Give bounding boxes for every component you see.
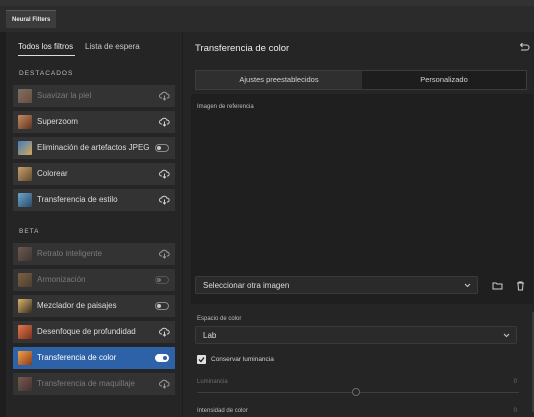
filter-item-label: Armonización: [37, 275, 86, 284]
filter-item-smart-portrait[interactable]: Retrato inteligente: [13, 243, 175, 265]
section-title-featured: DESTACADOS: [19, 70, 74, 77]
filter-item-smooth-skin[interactable]: Suavizar la piel: [13, 85, 175, 107]
luminance-slider-handle[interactable]: [352, 388, 360, 396]
filters-panel: Todos los filtros Lista de espera DESTAC…: [6, 32, 182, 417]
tab-neural-filters[interactable]: Neural Filters: [6, 10, 57, 28]
smart-portrait-thumbnail: [18, 247, 32, 261]
chevron-down-icon: [464, 283, 471, 288]
cloud-download-icon[interactable]: [159, 195, 170, 205]
menu-strip: [0, 0, 534, 6]
colorize-thumbnail: [18, 167, 32, 181]
filter-item-jpeg-artifacts[interactable]: Eliminación de artefactos JPEG: [13, 137, 175, 159]
jpeg-artifacts-thumbnail: [18, 141, 32, 155]
filter-toggle[interactable]: [155, 276, 169, 284]
active-tab-underline: [18, 55, 75, 56]
superzoom-thumbnail: [18, 115, 32, 129]
preserve-luminance-checkbox[interactable]: [197, 355, 206, 364]
filter-item-label: Mezclador de paisajes: [37, 301, 117, 310]
folder-icon[interactable]: [492, 280, 503, 291]
luminance-value: 0: [513, 379, 517, 385]
smooth-skin-thumbnail: [18, 89, 32, 103]
filter-item-label: Desenfoque de profundidad: [37, 327, 136, 336]
filter-item-label: Transferencia de estilo: [37, 195, 118, 204]
filter-item-label: Colorear: [37, 169, 68, 178]
filter-item-makeup-transfer[interactable]: Transferencia de maquillaje: [13, 373, 175, 395]
tab-wait-list[interactable]: Lista de espera: [85, 42, 140, 51]
cloud-download-icon[interactable]: [159, 327, 170, 337]
color-space-select[interactable]: Lab: [195, 326, 517, 344]
filter-toggle[interactable]: [155, 302, 169, 310]
filter-item-depth-blur[interactable]: Desenfoque de profundidad: [13, 321, 175, 343]
color-intensity-value: 0: [513, 408, 517, 414]
top-bar: Neural Filters: [0, 0, 534, 32]
filter-item-label: Transferencia de color: [37, 353, 117, 362]
style-transfer-thumbnail: [18, 193, 32, 207]
filter-settings-panel: Transferencia de color Ajustes preestabl…: [183, 32, 534, 417]
reset-icon[interactable]: [518, 42, 530, 53]
cloud-download-icon[interactable]: [159, 117, 170, 127]
color-space-label: Espacio de color: [197, 316, 242, 322]
cloud-download-icon[interactable]: [159, 169, 170, 179]
depth-blur-thumbnail: [18, 325, 32, 339]
chevron-down-icon: [503, 333, 510, 338]
filter-item-label: Superzoom: [37, 117, 78, 126]
reference-image-select-value: Seleccionar otra imagen: [203, 281, 290, 290]
cloud-download-icon[interactable]: [159, 91, 170, 101]
section-title-beta: BETA: [19, 228, 40, 235]
reference-image-label: Imagen de referencia: [197, 104, 254, 110]
filter-item-landscape-mixer[interactable]: Mezclador de paisajes: [13, 295, 175, 317]
tab-presets[interactable]: Ajustes preestablecidos: [196, 71, 362, 89]
color-intensity-label: Intensidad de color: [197, 408, 248, 414]
color-space-value: Lab: [203, 331, 217, 340]
filter-item-style-transfer[interactable]: Transferencia de estilo: [13, 189, 175, 211]
reference-image-select[interactable]: Seleccionar otra imagen: [195, 276, 478, 294]
cloud-download-icon[interactable]: [159, 249, 170, 259]
harmonization-thumbnail: [18, 273, 32, 287]
trash-icon[interactable]: [515, 280, 526, 291]
filter-title: Transferencia de color: [195, 43, 290, 54]
makeup-transfer-thumbnail: [18, 377, 32, 391]
color-transfer-thumbnail: [18, 351, 32, 365]
filter-item-superzoom[interactable]: Superzoom: [13, 111, 175, 133]
filter-item-label: Transferencia de maquillaje: [37, 379, 135, 388]
filter-toggle[interactable]: [155, 144, 169, 152]
filter-item-label: Suavizar la piel: [37, 91, 92, 100]
preserve-luminance-label: Conservar luminancia: [211, 356, 274, 363]
filter-item-label: Eliminación de artefactos JPEG: [37, 143, 150, 152]
tab-all-filters[interactable]: Todos los filtros: [18, 42, 73, 51]
cloud-download-icon[interactable]: [159, 379, 170, 389]
filter-item-label: Retrato inteligente: [37, 249, 102, 258]
preset-segmented-control: Ajustes preestablecidos Personalizado: [195, 70, 527, 90]
filter-toggle[interactable]: [155, 354, 169, 362]
luminance-label: Luminancia: [197, 379, 228, 385]
filter-item-color-transfer[interactable]: Transferencia de color: [13, 347, 175, 369]
filter-item-colorize[interactable]: Colorear: [13, 163, 175, 185]
landscape-mixer-thumbnail: [18, 299, 32, 313]
reference-image-panel: Imagen de referencia: [191, 94, 533, 304]
filter-item-harmonization[interactable]: Armonización: [13, 269, 175, 291]
tab-custom[interactable]: Personalizado: [362, 71, 526, 89]
